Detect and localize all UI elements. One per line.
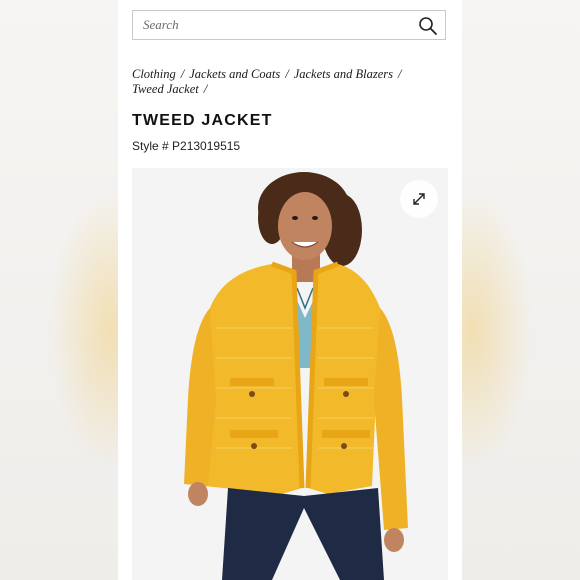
breadcrumb-separator: / — [203, 82, 208, 96]
breadcrumb-separator: / — [397, 67, 402, 81]
search-button[interactable] — [417, 15, 439, 37]
page-title: TWEED JACKET — [132, 112, 273, 129]
product-page: Clothing/Jackets and Coats/Jackets and B… — [118, 0, 462, 580]
style-number: Style # P213019515 — [132, 139, 241, 153]
breadcrumb-item-tweed-jacket[interactable]: Tweed Jacket — [132, 82, 199, 96]
breadcrumb-item-clothing[interactable]: Clothing — [132, 67, 176, 81]
background-left — [0, 0, 118, 580]
breadcrumb-item-jackets-and-coats[interactable]: Jackets and Coats — [189, 67, 280, 81]
model-photo — [132, 168, 448, 580]
breadcrumb-separator: / — [180, 67, 185, 81]
background-right — [462, 0, 580, 580]
expand-image-button[interactable] — [400, 180, 438, 218]
search-icon — [419, 17, 437, 35]
expand-icon — [413, 193, 425, 205]
product-image[interactable] — [132, 168, 448, 580]
breadcrumb: Clothing / Jackets and Coats / Jackets and B… — [132, 67, 442, 97]
search-bar — [132, 10, 446, 40]
breadcrumb-separator: / — [285, 67, 289, 81]
search-input[interactable] — [133, 11, 413, 39]
breadcrumb-item-jackets-and-blazers[interactable]: Jackets and Blazers — [294, 67, 393, 81]
